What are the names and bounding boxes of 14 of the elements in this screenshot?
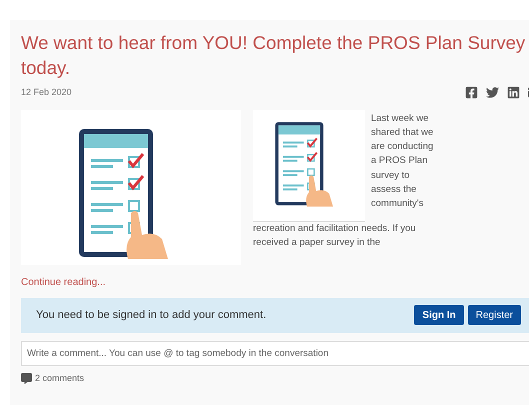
post-excerpt: Last week we shared that we are conducting a PROS Plan survey to assess the community's <box>371 112 434 212</box>
comment-icon <box>21 372 32 384</box>
twitter-icon[interactable] <box>486 86 499 100</box>
post-date: 12 Feb 2020 <box>21 86 72 99</box>
facebook-icon[interactable] <box>465 86 478 100</box>
post-title: We want to hear from YOU! Complete the PROS Plan Survey today. <box>21 31 526 80</box>
post-excerpt-continued: recreation and facilitation needs. If you received a paper survey in the <box>253 222 417 250</box>
comment-field[interactable]: Write a comment... You can use @ to tag somebody in the conversation <box>21 340 529 366</box>
linkedin-icon[interactable] <box>507 86 520 100</box>
continue-reading-link[interactable]: Continue reading... <box>21 274 529 290</box>
comment-count[interactable]: 2 comments <box>35 372 84 385</box>
sign-in-button[interactable]: Sign In <box>414 305 464 325</box>
sign-in-message: You need to be signed in to add your comment. <box>36 308 266 323</box>
register-button[interactable]: Register <box>468 305 521 325</box>
